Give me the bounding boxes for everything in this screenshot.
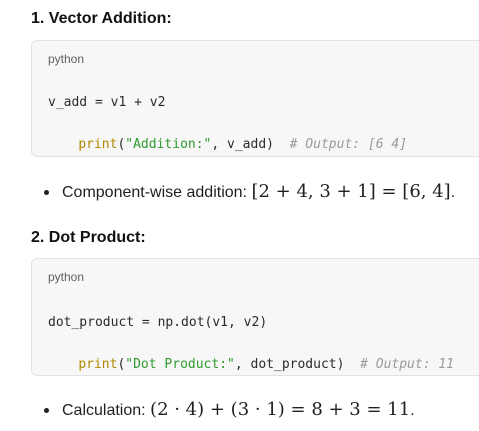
section-heading-vector-addition: 1. Vector Addition:: [31, 10, 172, 27]
bullet-label: Calculation:: [62, 402, 151, 419]
code-keyword: print: [78, 137, 118, 152]
bullet-text: Component-wise addition: [2 + 4, 3 + 1] …: [62, 181, 455, 204]
code-text: , dot_product): [234, 357, 361, 372]
bullet-icon: [44, 190, 49, 195]
code-block-dot-product: python dot_product = np.dot(v1, v2) prin…: [31, 258, 479, 376]
bullet-tail: .: [410, 402, 415, 419]
code-text: , v_add): [211, 137, 290, 152]
code-comment: # Output: 11: [360, 357, 455, 372]
code-line: print("Dot Product:", dot_product) # Out…: [47, 338, 454, 392]
bullet-label: Component-wise addition:: [62, 184, 252, 201]
code-block-vector-addition: python v_add = v1 + v2 print("Addition:"…: [31, 40, 479, 157]
bullet-icon: [44, 408, 49, 413]
bullet-text: Calculation: (2 · 4) + (3 · 1) = 8 + 3 =…: [62, 399, 415, 422]
bullet-tail: .: [450, 184, 456, 201]
section-heading-dot-product: 2. Dot Product:: [31, 229, 146, 246]
code-string: "Dot Product:": [125, 357, 235, 372]
code-keyword: print: [78, 357, 118, 372]
bullet-math: (2 · 4) + (3 · 1) = 8 + 3 = 11: [150, 399, 411, 420]
code-line: print("Addition:", v_add) # Output: [6 4…: [47, 118, 407, 172]
code-string: "Addition:": [125, 137, 212, 152]
code-comment: # Output: [6 4]: [289, 137, 408, 152]
code-language-label: python: [48, 52, 85, 66]
code-line: dot_product = np.dot(v1, v2): [48, 315, 268, 330]
bullet-math: [2 + 4, 3 + 1] = [6, 4]: [251, 181, 451, 202]
code-line: v_add = v1 + v2: [48, 95, 166, 110]
code-language-label: python: [48, 270, 85, 284]
